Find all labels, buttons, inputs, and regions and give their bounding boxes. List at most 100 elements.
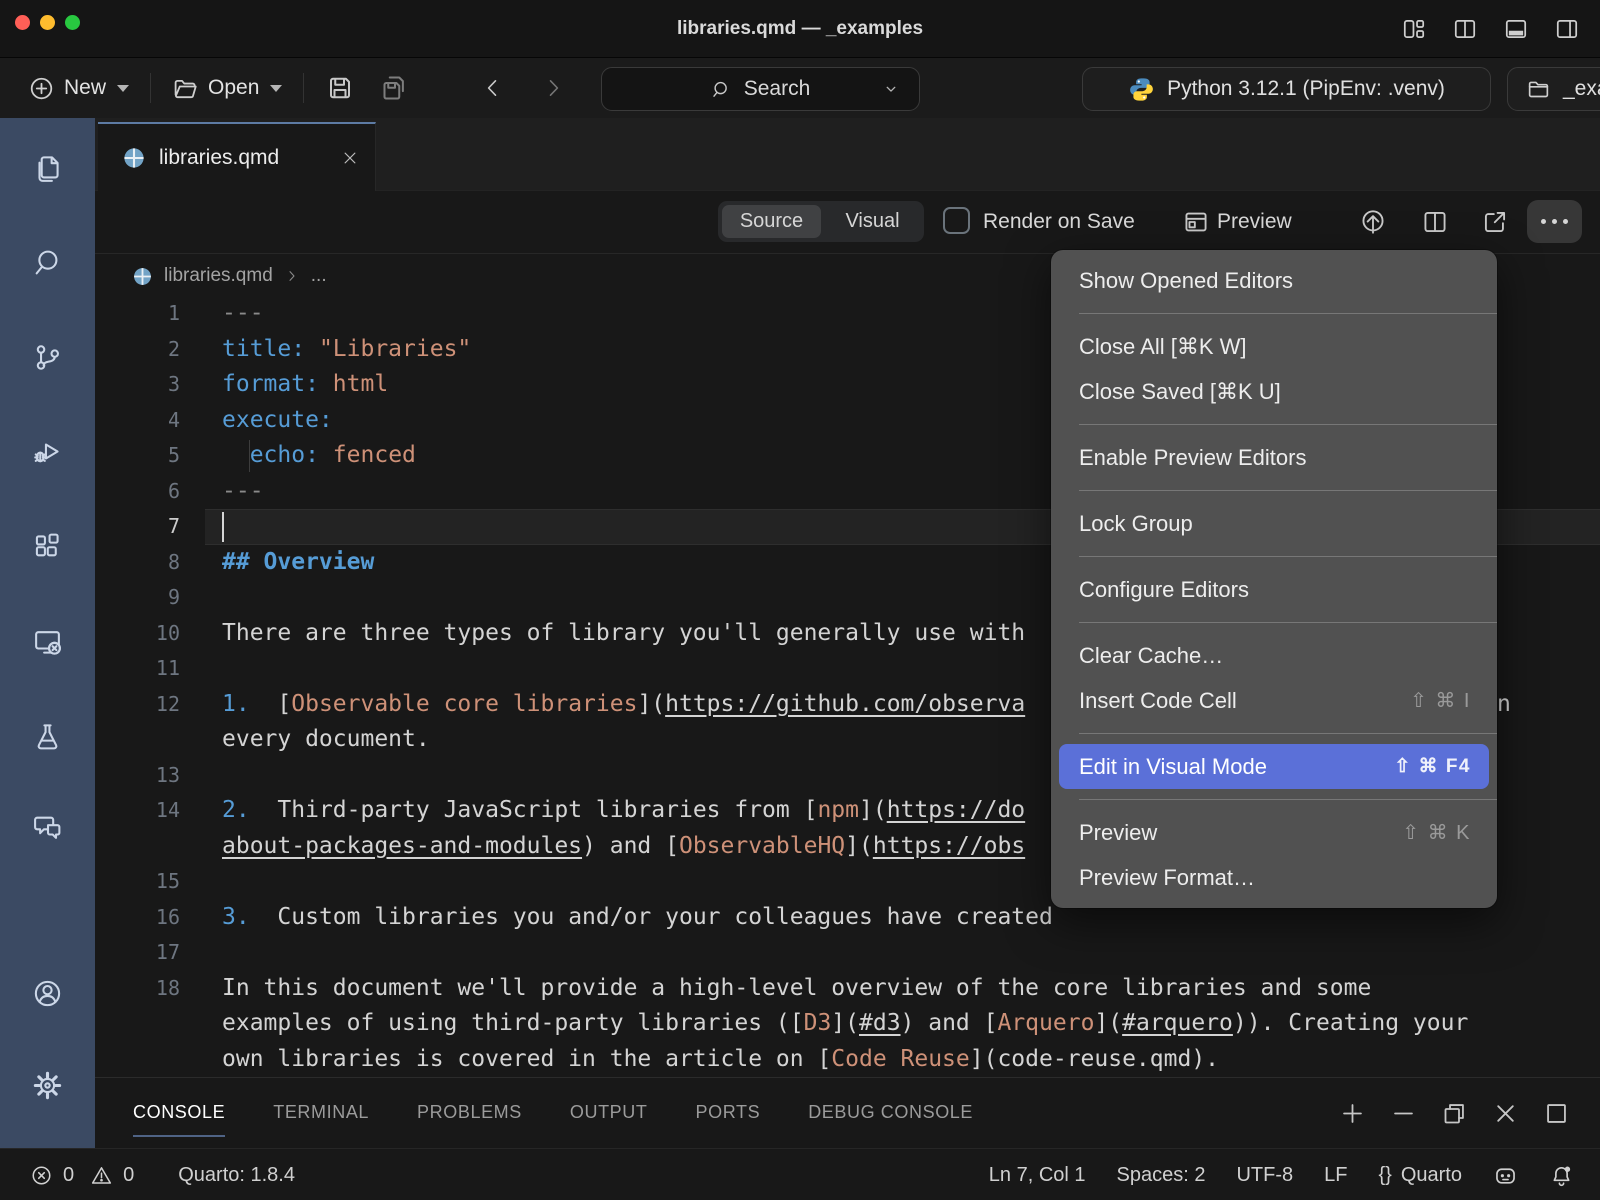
sidebar-item-testing[interactable] bbox=[0, 708, 95, 764]
line-number: 14 bbox=[95, 793, 180, 829]
language-mode[interactable]: {} Quarto bbox=[1378, 1164, 1462, 1187]
menu-item-label: Clear Cache… bbox=[1079, 643, 1223, 669]
sidebar-item-search[interactable] bbox=[0, 234, 95, 290]
code-text: examples of using third-party libraries … bbox=[222, 1006, 1468, 1042]
source-visual-toggle: Source Visual bbox=[718, 201, 924, 242]
menu-item-shortcut: ⇧ ⌘ K bbox=[1402, 820, 1471, 845]
toolbar-divider bbox=[303, 73, 304, 103]
encoding-setting[interactable]: UTF-8 bbox=[1236, 1164, 1293, 1187]
minimize-panel-icon[interactable] bbox=[1390, 1100, 1417, 1127]
sidebar-item-extensions[interactable] bbox=[0, 518, 95, 574]
problems-indicator[interactable]: 0 0 bbox=[30, 1164, 134, 1187]
menu-item-configure-editors[interactable]: Configure Editors bbox=[1059, 567, 1489, 612]
toggle-panel-icon[interactable] bbox=[1503, 16, 1529, 42]
menu-item-label: Close All [⌘K W] bbox=[1079, 334, 1246, 360]
editor-context-menu: Show Opened Editors Close All [⌘K W] Close… bbox=[1051, 250, 1497, 908]
folder-icon bbox=[1526, 77, 1551, 102]
top-action-bar: New Open Search Python 3.12.1 (PipEnv: .… bbox=[0, 58, 1600, 119]
menu-item-show-opened-editors[interactable]: Show Opened Editors bbox=[1059, 258, 1489, 303]
menu-separator bbox=[1079, 556, 1497, 557]
visual-mode-button[interactable]: Visual bbox=[825, 205, 920, 238]
indentation-setting[interactable]: Spaces: 2 bbox=[1117, 1164, 1206, 1187]
sidebar-item-comments[interactable] bbox=[0, 798, 95, 854]
menu-item-lock-group[interactable]: Lock Group bbox=[1059, 501, 1489, 546]
quarto-version[interactable]: Quarto: 1.8.4 bbox=[178, 1164, 295, 1187]
new-button[interactable]: New bbox=[28, 75, 129, 102]
copilot-icon[interactable] bbox=[1493, 1163, 1518, 1188]
account-icon bbox=[32, 978, 63, 1009]
search-placeholder: Search bbox=[744, 77, 811, 101]
code-text: In this document we'll provide a high-le… bbox=[222, 971, 1371, 1007]
breadcrumb-more[interactable]: ... bbox=[311, 265, 327, 287]
split-editor-icon[interactable] bbox=[1421, 190, 1449, 253]
breadcrumb-file[interactable]: libraries.qmd bbox=[164, 265, 273, 287]
preview-icon[interactable] bbox=[1182, 190, 1210, 253]
line-number: 7 bbox=[95, 509, 180, 545]
sidebar-item-account[interactable] bbox=[0, 965, 95, 1021]
menu-separator bbox=[1079, 733, 1497, 734]
menu-item-close-all-k-w[interactable]: Close All [⌘K W] bbox=[1059, 324, 1489, 369]
restore-panel-icon[interactable] bbox=[1441, 1100, 1468, 1127]
navigate-forward-icon[interactable] bbox=[541, 76, 565, 100]
code-line-17[interactable]: 17 bbox=[95, 935, 1600, 971]
split-editor-icon[interactable] bbox=[1452, 16, 1478, 42]
new-console-icon[interactable] bbox=[1339, 1100, 1366, 1127]
sidebar-item-settings[interactable] bbox=[0, 1057, 95, 1113]
code-line-wrap[interactable]: own libraries is covered in the article … bbox=[95, 1042, 1600, 1078]
panel-tab-output[interactable]: OUTPUT bbox=[570, 1102, 648, 1123]
error-count: 0 bbox=[63, 1164, 74, 1187]
panel-tab-problems[interactable]: PROBLEMS bbox=[417, 1102, 522, 1123]
open-external-icon[interactable] bbox=[1481, 190, 1509, 253]
menu-item-close-saved-k-u[interactable]: Close Saved [⌘K U] bbox=[1059, 369, 1489, 414]
interpreter-selector[interactable]: Python 3.12.1 (PipEnv: .venv) bbox=[1082, 67, 1491, 111]
code-line-wrap[interactable]: examples of using third-party libraries … bbox=[95, 1006, 1600, 1042]
menu-item-enable-preview-editors[interactable]: Enable Preview Editors bbox=[1059, 435, 1489, 480]
menu-item-insert-code-cell[interactable]: Insert Code Cell⇧ ⌘ I bbox=[1059, 678, 1489, 723]
maximize-panel-icon[interactable] bbox=[1543, 1100, 1570, 1127]
workspace-button[interactable]: _examples bbox=[1507, 67, 1600, 111]
menu-item-edit-in-visual-mode[interactable]: Edit in Visual Mode⇧ ⌘ F4 bbox=[1059, 744, 1489, 789]
line-number: 13 bbox=[95, 758, 180, 794]
run-and-debug-icon bbox=[32, 436, 63, 467]
notifications-bell-icon[interactable] bbox=[1549, 1163, 1574, 1188]
source-mode-button[interactable]: Source bbox=[722, 205, 821, 238]
sidebar-item-explorer[interactable] bbox=[0, 140, 95, 196]
python-logo-icon bbox=[1128, 76, 1155, 103]
interpreter-label: Python 3.12.1 (PipEnv: .venv) bbox=[1167, 77, 1445, 101]
render-icon[interactable] bbox=[1359, 190, 1387, 253]
close-tab-icon[interactable] bbox=[341, 149, 359, 167]
render-on-save-checkbox[interactable] bbox=[943, 207, 970, 234]
testing-icon bbox=[32, 721, 63, 752]
eol-setting[interactable]: LF bbox=[1324, 1164, 1347, 1187]
save-icon[interactable] bbox=[325, 73, 355, 103]
error-icon bbox=[30, 1164, 53, 1187]
tab-libraries-qmd[interactable]: libraries.qmd bbox=[98, 122, 376, 191]
panel-tab-console[interactable]: CONSOLE bbox=[133, 1102, 225, 1123]
navigate-back-icon[interactable] bbox=[481, 76, 505, 100]
line-number: 8 bbox=[95, 545, 180, 581]
panel-tab-ports[interactable]: PORTS bbox=[696, 1102, 761, 1123]
menu-item-shortcut: ⇧ ⌘ F4 bbox=[1394, 755, 1471, 778]
close-panel-icon[interactable] bbox=[1492, 1100, 1519, 1127]
sidebar-item-source-control[interactable] bbox=[0, 329, 95, 385]
sidebar-item-remote-sessions[interactable] bbox=[0, 613, 95, 669]
code-line-18[interactable]: 18In this document we'll provide a high-… bbox=[95, 971, 1600, 1007]
open-button[interactable]: Open bbox=[172, 75, 282, 102]
line-number: 9 bbox=[95, 580, 180, 616]
code-text: 2. Third-party JavaScript libraries from… bbox=[222, 793, 1025, 829]
more-actions-button[interactable] bbox=[1527, 200, 1582, 243]
cursor-position[interactable]: Ln 7, Col 1 bbox=[989, 1164, 1086, 1187]
menu-item-label: Close Saved [⌘K U] bbox=[1079, 379, 1281, 405]
menu-item-preview[interactable]: Preview⇧ ⌘ K bbox=[1059, 810, 1489, 855]
panel-tab-debug-console[interactable]: DEBUG CONSOLE bbox=[808, 1102, 973, 1123]
toggle-secondary-sidebar-icon[interactable] bbox=[1554, 16, 1580, 42]
menu-item-clear-cache[interactable]: Clear Cache… bbox=[1059, 633, 1489, 678]
sidebar-item-run-and-debug[interactable] bbox=[0, 423, 95, 479]
search-input[interactable]: Search bbox=[601, 67, 920, 111]
save-all-icon[interactable] bbox=[379, 73, 409, 103]
customize-layout-icon[interactable] bbox=[1401, 16, 1427, 42]
menu-item-preview-format[interactable]: Preview Format… bbox=[1059, 855, 1489, 900]
preview-label[interactable]: Preview bbox=[1217, 190, 1292, 253]
panel-tab-terminal[interactable]: TERMINAL bbox=[273, 1102, 369, 1123]
line-number: 15 bbox=[95, 864, 180, 900]
